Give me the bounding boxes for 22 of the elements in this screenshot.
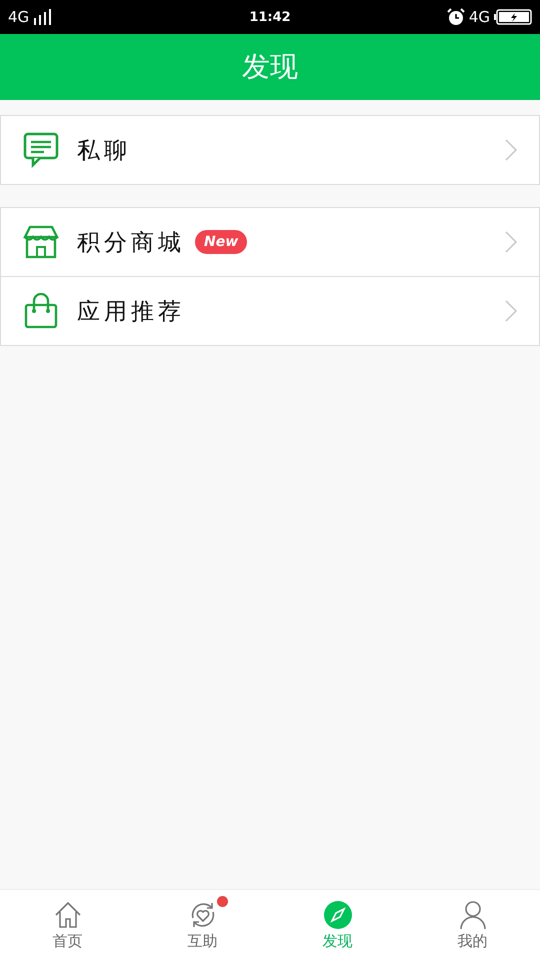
chevron-right-icon	[505, 300, 517, 322]
tab-bar-item[interactable]: 首页	[0, 890, 135, 960]
new-badge: New	[195, 230, 248, 254]
network-label: 4G	[468, 8, 490, 26]
storefront-icon	[23, 224, 59, 260]
chat-bubble-icon	[23, 132, 59, 168]
person-icon	[458, 900, 488, 930]
compass-icon	[322, 900, 352, 930]
clock: 11:42	[249, 10, 291, 24]
menu-item-label[interactable]: 积分商城	[77, 226, 185, 258]
home-icon	[52, 900, 82, 930]
shopping-bag-icon	[23, 293, 59, 329]
tab-bar-item[interactable]: 互助	[135, 890, 270, 960]
network-label: 4G	[8, 8, 30, 26]
menu-item-label[interactable]: 应用推荐	[77, 296, 185, 326]
chevron-right-icon	[505, 231, 517, 253]
battery-icon	[494, 9, 532, 25]
tab-bar-item[interactable]: 我的	[405, 890, 540, 960]
menu-item-label[interactable]: 私聊	[77, 134, 131, 166]
alarm-icon	[446, 8, 465, 26]
chevron-right-icon	[505, 139, 517, 161]
page-title: 发现	[242, 49, 298, 85]
